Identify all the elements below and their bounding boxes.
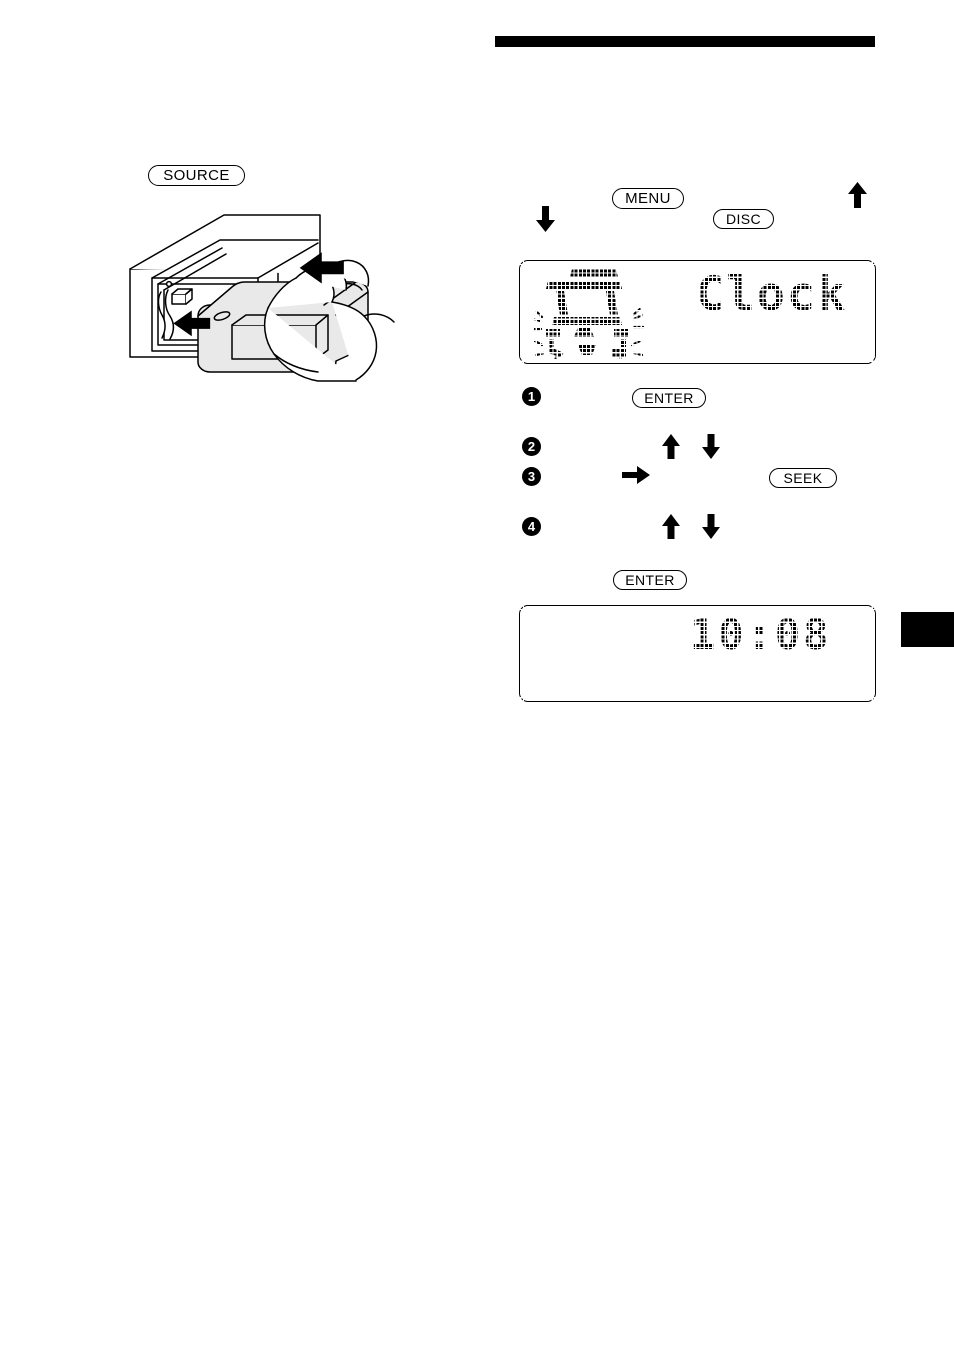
page-edge-tab	[901, 612, 954, 647]
arrow-right-icon	[622, 466, 650, 484]
arrow-up-icon	[848, 182, 867, 208]
source-button[interactable]: SOURCE	[148, 165, 246, 187]
menu-button[interactable]: MENU	[612, 188, 685, 210]
arrow-down-icon	[702, 434, 720, 459]
arrow-down-icon	[702, 514, 720, 539]
disc-button[interactable]: DISC	[713, 209, 775, 230]
step-bullet-3: 3	[522, 467, 541, 486]
seek-button[interactable]: SEEK	[769, 468, 838, 489]
menu-display-panel: Clock	[519, 260, 878, 369]
clock-display-panel: 10:08	[519, 605, 878, 704]
arrow-up-icon	[662, 514, 680, 539]
step-bullet-4: 4	[522, 517, 541, 536]
front-panel-attachment-illustration	[128, 212, 423, 382]
clock-display-text: 10:08	[690, 610, 832, 659]
enter-button-step1[interactable]: ENTER	[632, 388, 707, 409]
step-bullet-1: 1	[522, 387, 541, 406]
step-bullet-2: 2	[522, 437, 541, 456]
blinking-menu-segment-icon	[532, 267, 646, 369]
header-rule	[495, 36, 875, 47]
manual-page: SOURCE MENU DISC Clock 1 ENTER 2 3 SEEK …	[0, 0, 954, 1352]
arrow-down-icon	[536, 206, 555, 232]
arrow-up-icon	[662, 434, 680, 459]
enter-button-final[interactable]: ENTER	[613, 570, 688, 591]
menu-display-text: Clock	[696, 267, 848, 322]
